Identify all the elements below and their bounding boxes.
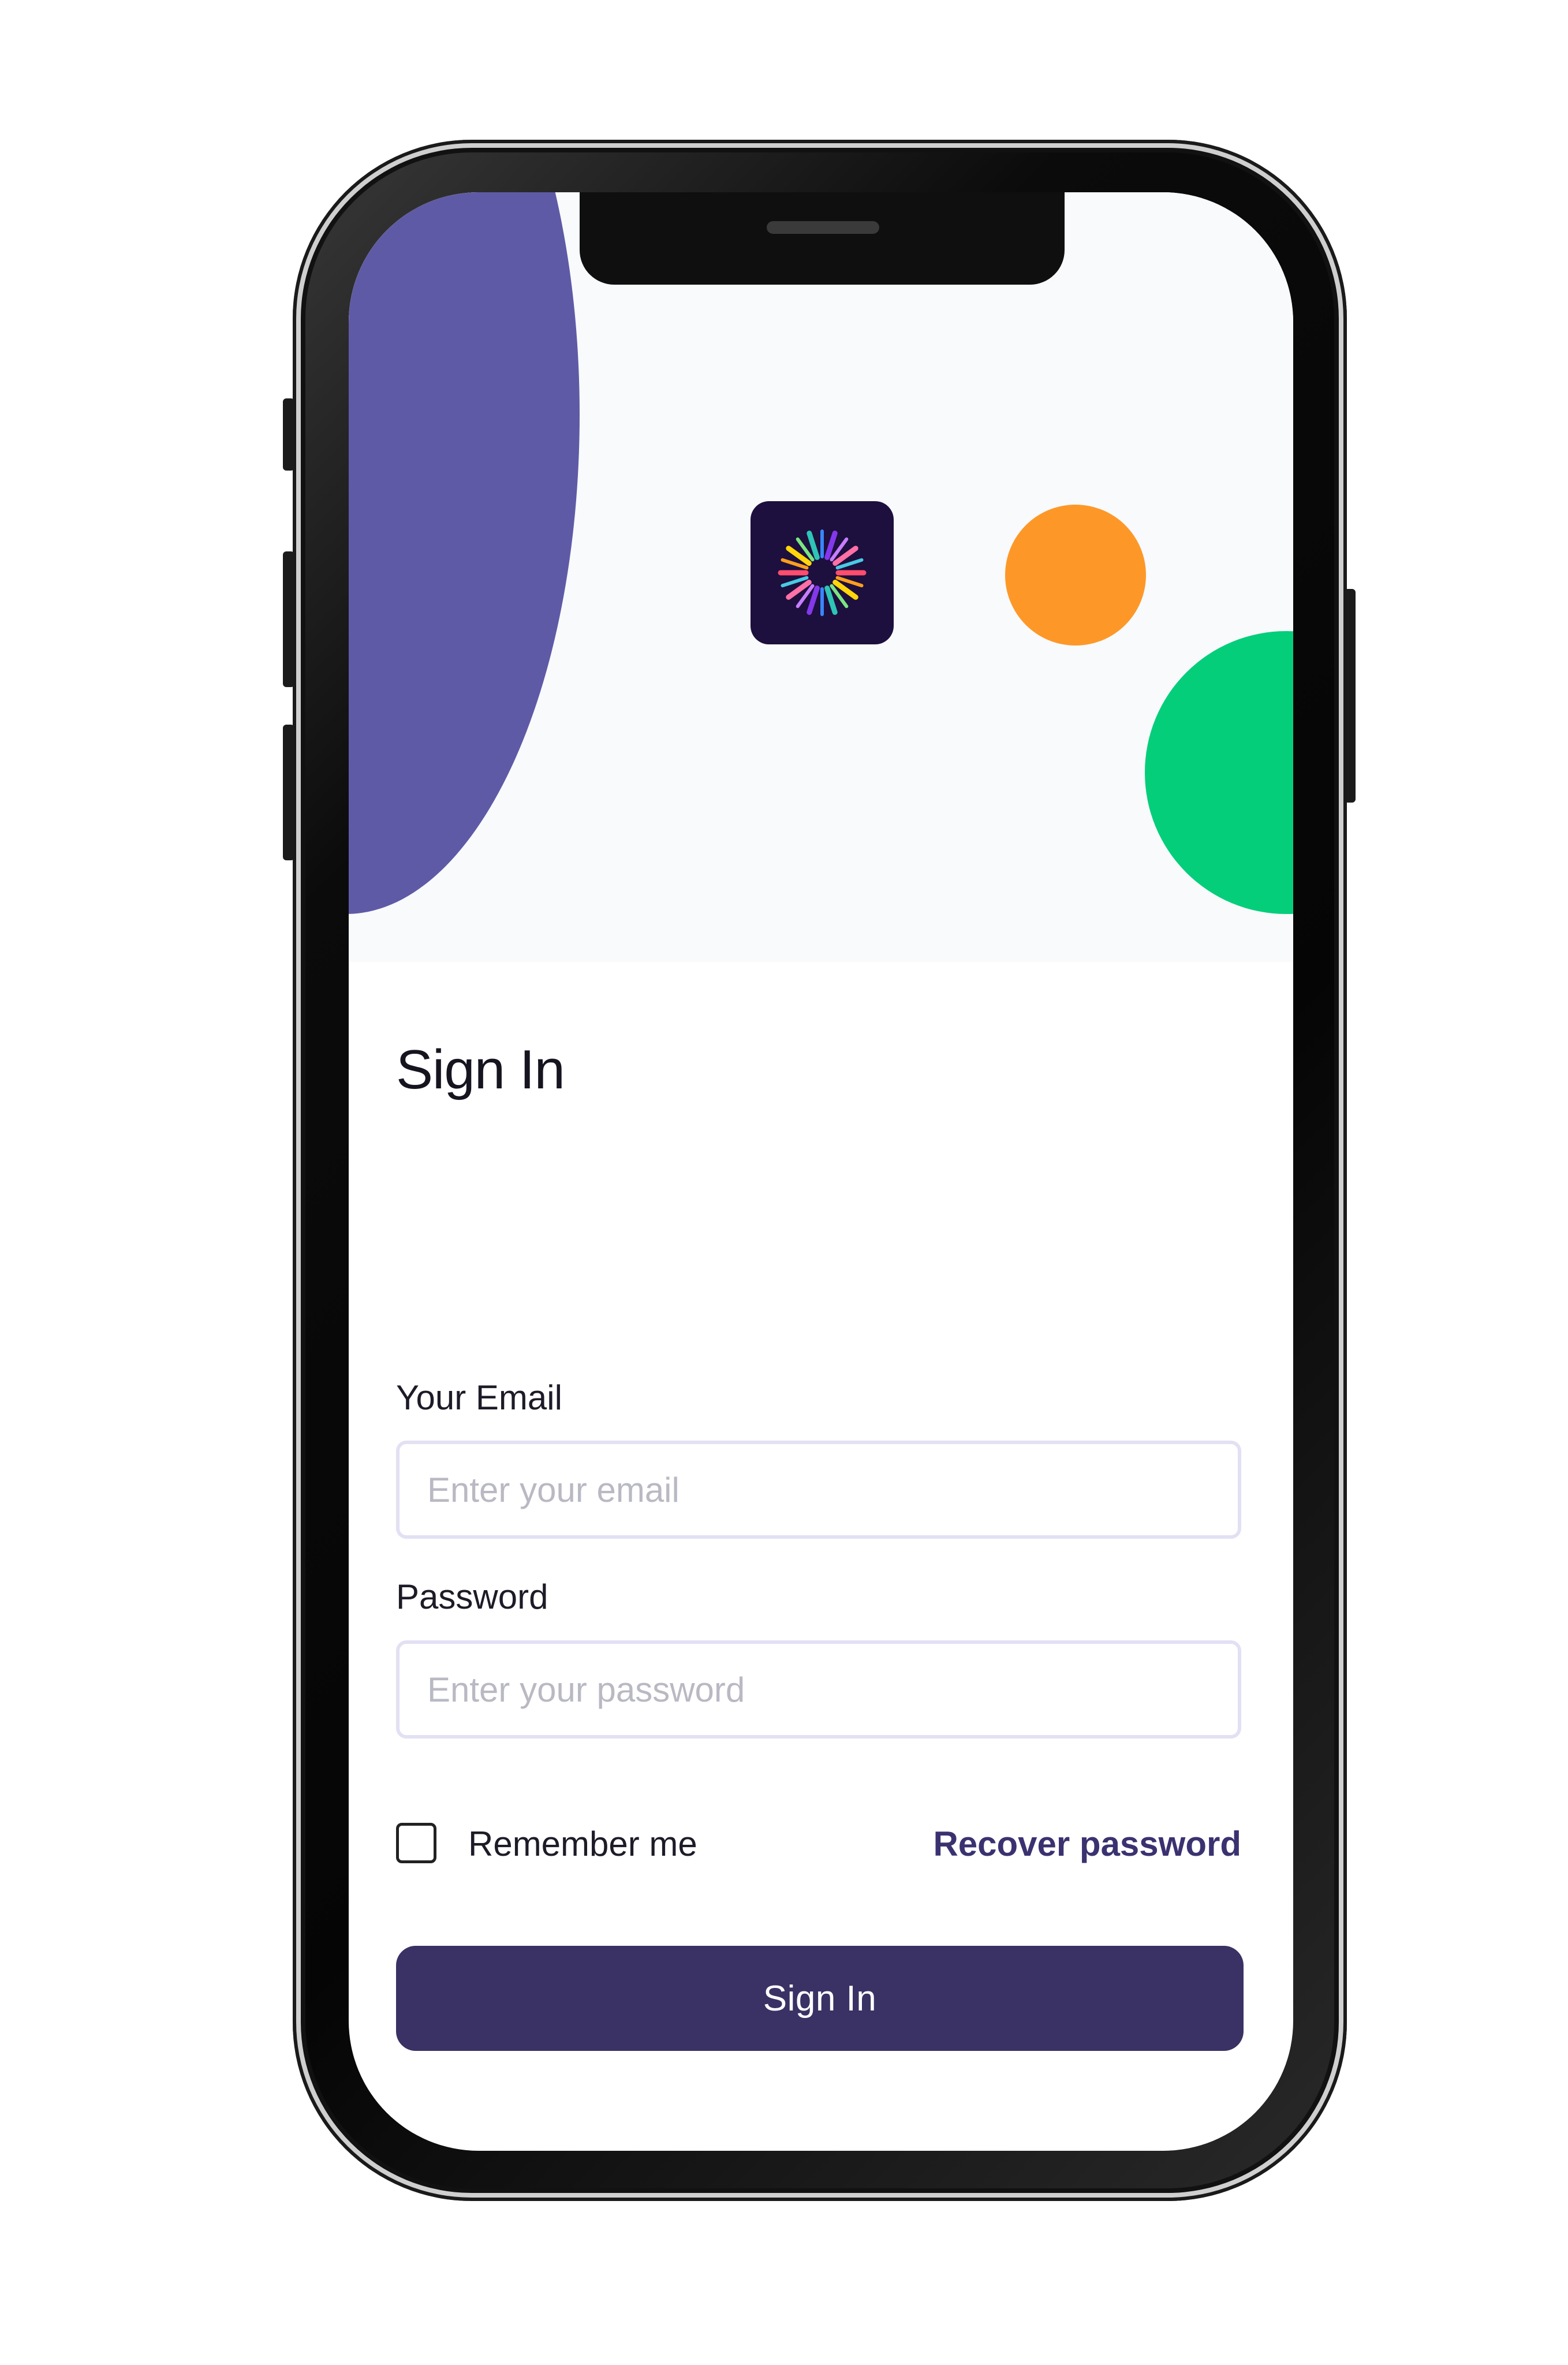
remember-row: Remember me Recover password — [396, 1821, 1241, 1872]
remember-me-label[interactable]: Remember me — [468, 1824, 697, 1864]
password-label: Password — [396, 1577, 548, 1616]
hero-banner — [349, 192, 1293, 962]
decorative-purple-circle — [349, 192, 580, 914]
remember-me-checkbox[interactable] — [396, 1823, 436, 1863]
email-label: Your Email — [396, 1378, 562, 1417]
app-logo — [751, 501, 894, 644]
logo-petal — [824, 585, 838, 615]
decorative-green-circle — [1145, 631, 1293, 914]
burst-logo-icon — [778, 529, 867, 616]
camera-notch — [580, 192, 1065, 285]
sign-in-button[interactable]: Sign In — [396, 1946, 1244, 2051]
page-title: Sign In — [396, 1039, 565, 1101]
speaker-grille — [767, 221, 879, 234]
logo-petal — [807, 531, 820, 560]
app-screen: Sign In Your Email Password Remember me … — [349, 192, 1293, 2151]
decorative-orange-circle — [1005, 505, 1146, 646]
email-field[interactable] — [396, 1441, 1241, 1539]
password-field[interactable] — [396, 1640, 1241, 1739]
logo-petal — [807, 585, 820, 615]
recover-password-link[interactable]: Recover password — [933, 1824, 1241, 1864]
logo-petal — [824, 531, 838, 560]
device-mockup: Sign In Your Email Password Remember me … — [0, 0, 1568, 2365]
